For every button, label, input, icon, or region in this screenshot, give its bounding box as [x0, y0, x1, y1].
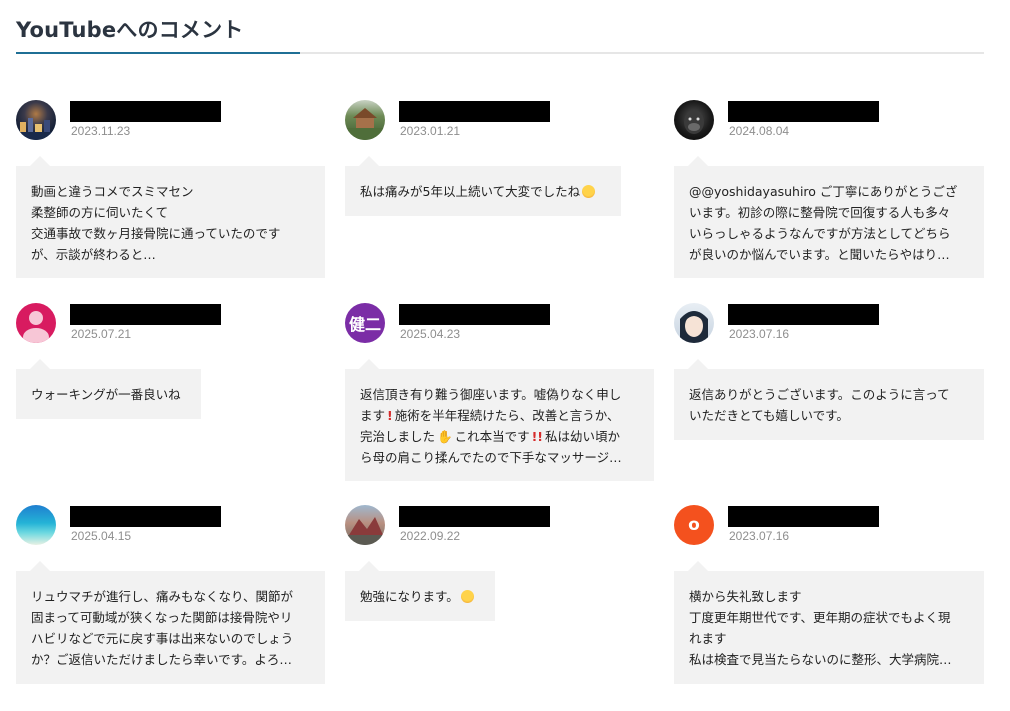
- author-name-redacted: [728, 101, 879, 122]
- comment-date: 2025.04.23: [400, 327, 461, 341]
- comment-text-line: 横から失礼致します: [689, 589, 802, 604]
- comment-date: 2023.07.16: [729, 327, 790, 341]
- laughing-face-emoji-icon: [582, 185, 596, 198]
- comment-date: 2025.07.21: [71, 327, 132, 341]
- user-silhouette-icon: [23, 311, 49, 343]
- comment-text-line: 柔整師の方に伺いたくて: [31, 205, 169, 220]
- author-name-redacted: [399, 304, 550, 325]
- ocean-photo-avatar[interactable]: [16, 505, 56, 545]
- smiling-face-emoji-icon: [460, 590, 474, 603]
- comment-text-line: が良いのか悩んでいます。と聞いたらやはり…: [689, 247, 950, 262]
- comment-text-line: ます! 施術を半年程続けたら、改善と言うか、: [360, 408, 620, 423]
- comment-text-line: います。初診の際に整骨院で回復する人も多々: [689, 205, 951, 220]
- author-name-redacted: [399, 506, 550, 527]
- comment-text-line: リュウマチが進行し、痛みもなくなり、関節が: [31, 589, 294, 604]
- comment-bubble[interactable]: 返信頂き有り難う御座います。嘘偽りなく申し ます! 施術を半年程続けたら、改善と言…: [345, 359, 654, 481]
- comment-date: 2023.01.21: [400, 124, 461, 138]
- comment-date: 2022.09.22: [400, 529, 461, 543]
- comment-bubble[interactable]: ウォーキングが一番良いね: [16, 359, 201, 419]
- author-name-redacted: [70, 304, 221, 325]
- comment-bubble[interactable]: 動画と違うコメでスミマセン 柔整師の方に伺いたくて 交通事故で数ヶ月接骨院に通っ…: [16, 156, 325, 278]
- comment-text-line: か？ご返信いただけましたら幸いです。よろ…: [31, 652, 292, 667]
- comment-text-line: 交通事故で数ヶ月接骨院に通っていたのです: [31, 226, 281, 241]
- comment-date: 2023.11.23: [71, 124, 131, 138]
- double-exclamation-emoji-icon: !!: [531, 429, 544, 444]
- comment-date: 2024.08.04: [729, 124, 790, 138]
- comment-date: 2025.04.15: [71, 529, 132, 543]
- comment-text-line: 私は痛みが5年以上続いて大変でしたね: [360, 181, 607, 202]
- comment-text-line: れます: [689, 631, 727, 646]
- comment-text-line: ウォーキングが一番良いね: [31, 387, 181, 402]
- default-user-avatar[interactable]: [16, 303, 56, 343]
- anime-girl-avatar[interactable]: [674, 303, 714, 343]
- author-name-redacted: [728, 506, 879, 527]
- comment-text-line: 固まって可動域が狭くなった関節は接骨院やリ: [31, 610, 293, 625]
- comment-text-line: いただきとても嬉しいです。: [689, 408, 849, 423]
- comment-text-line: いらっしゃるようなんですが方法としてどちら: [689, 226, 951, 241]
- comment-bubble[interactable]: リュウマチが進行し、痛みもなくなり、関節が 固まって可動域が狭くなった関節は接骨…: [16, 561, 325, 684]
- comment-text-line: 私は検査で見当たらないのに整形、大学病院…: [689, 652, 952, 667]
- comment-date: 2023.07.16: [729, 529, 790, 543]
- comment-text-line: ら母の肩こり揉んでたので下手なマッサージ…: [360, 450, 622, 465]
- comment-text-line: ハビリなどで元に戻す事は出来ないのでしょう: [31, 631, 294, 646]
- comment-bubble[interactable]: 私は痛みが5年以上続いて大変でしたね: [345, 156, 621, 216]
- comment-bubble[interactable]: 横から失礼致します 丁度更年期世代です、更年期の症状でもよく現 れます 私は検査…: [674, 561, 984, 684]
- comment-text-line: 動画と違うコメでスミマセン: [31, 184, 194, 199]
- comment-bubble[interactable]: 返信ありがとうございます。このように言って いただきとても嬉しいです。: [674, 359, 984, 440]
- gorilla-photo-avatar[interactable]: [674, 100, 714, 140]
- comment-text-line: 完治しました ✋ これ本当です!! 私は幼い頃か: [360, 429, 621, 444]
- comment-text-line: 返信頂き有り難う御座います。嘘偽りなく申し: [360, 387, 622, 402]
- section-title: YouTubeへのコメント: [16, 18, 244, 42]
- author-name-redacted: [399, 101, 550, 122]
- avatar-initials: o: [688, 515, 700, 535]
- comment-text-line: 勉強になります。: [360, 586, 481, 607]
- japanese-garden-photo-avatar[interactable]: [345, 100, 385, 140]
- author-name-redacted: [70, 101, 221, 122]
- comment-text-line: が、示談が終わると…: [31, 247, 156, 262]
- kenji-initial-avatar[interactable]: 健二: [345, 303, 385, 343]
- landscape-photo-avatar[interactable]: [345, 505, 385, 545]
- comment-text-line: @@yoshidayasuhiro ご丁寧にありがとうござ: [689, 184, 958, 199]
- night-city-photo-avatar[interactable]: [16, 100, 56, 140]
- avatar-initials: 健二: [348, 315, 381, 334]
- raised-hands-emoji-icon: ✋: [437, 429, 453, 444]
- author-name-redacted: [70, 506, 221, 527]
- comment-bubble[interactable]: 勉強になります。: [345, 561, 495, 621]
- comment-text-line: 丁度更年期世代です、更年期の症状でもよく現: [689, 610, 951, 625]
- exclamation-emoji-icon: !: [387, 408, 393, 423]
- comment-text-line: 返信ありがとうございます。このように言って: [689, 387, 950, 402]
- letter-o-avatar[interactable]: o: [674, 505, 714, 545]
- title-divider-accent: [16, 52, 300, 54]
- comment-bubble[interactable]: @@yoshidayasuhiro ご丁寧にありがとうござ います。初診の際に整…: [674, 156, 984, 278]
- author-name-redacted: [728, 304, 879, 325]
